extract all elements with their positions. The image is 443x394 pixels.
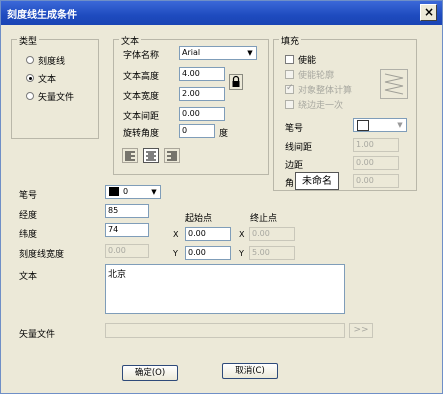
- rotation-unit: 度: [219, 129, 229, 139]
- tick-width-input[interactable]: 0.00: [105, 244, 149, 258]
- latitude-input[interactable]: 74: [105, 223, 149, 237]
- fill-once-label[interactable]: 绕边走一次: [298, 98, 343, 111]
- font-name-select[interactable]: Arial ▼: [179, 46, 257, 60]
- rotation-input[interactable]: 0: [179, 124, 215, 138]
- browse-button[interactable]: >>: [349, 323, 373, 338]
- latitude-label: 纬度: [19, 230, 38, 240]
- fill-group-title: 填充: [279, 34, 302, 47]
- angle-label: 角: [285, 179, 295, 189]
- align-center-icon: [146, 151, 156, 161]
- end-y-input[interactable]: 5.00: [249, 246, 295, 260]
- text-height-input[interactable]: 4.00: [179, 67, 225, 81]
- type-group-title: 类型: [17, 34, 40, 47]
- fill-pattern-icon[interactable]: [380, 69, 408, 99]
- ok-button[interactable]: 确定(O): [122, 365, 178, 381]
- angle-input[interactable]: 0.00: [353, 174, 399, 188]
- pen-select[interactable]: 0 ▼: [105, 185, 161, 199]
- title-bar[interactable]: 刻度线生成条件 ×: [1, 1, 442, 25]
- start-x-label: X: [173, 230, 179, 239]
- type-option-text-label[interactable]: 文本: [38, 72, 56, 85]
- align-right-icon: [167, 151, 177, 161]
- align-center-button[interactable]: [143, 148, 159, 163]
- text-label: 文本: [19, 272, 38, 282]
- fill-whole-calc-label[interactable]: 对象整体计算: [298, 83, 352, 96]
- text-width-label: 文本宽度: [123, 92, 160, 102]
- fill-pen-swatch: [357, 120, 369, 131]
- close-button[interactable]: ×: [420, 4, 437, 21]
- font-name-value: Arial: [182, 48, 201, 57]
- pen-label: 笔号: [19, 191, 38, 201]
- line-spacing-label: 线间距: [285, 143, 313, 153]
- chevron-down-icon[interactable]: ▼: [148, 186, 160, 198]
- text-spacing-input[interactable]: 0.00: [179, 107, 225, 121]
- vector-file-input[interactable]: [105, 323, 345, 338]
- chevron-down-icon[interactable]: ▼: [244, 47, 256, 59]
- end-x-label: X: [239, 230, 245, 239]
- type-option-tick-line-label[interactable]: 刻度线: [38, 54, 65, 67]
- align-right-button[interactable]: [164, 148, 180, 163]
- type-option-vector-file-label[interactable]: 矢量文件: [38, 90, 74, 103]
- align-left-button[interactable]: [122, 148, 138, 163]
- longitude-label: 经度: [19, 211, 38, 221]
- start-x-input[interactable]: 0.00: [185, 227, 231, 241]
- fill-pen-select[interactable]: ▼: [353, 118, 407, 132]
- text-group-title: 文本: [119, 34, 142, 47]
- margin-input[interactable]: 0.00: [353, 156, 399, 170]
- fill-whole-calc-checkbox[interactable]: [285, 83, 294, 94]
- fill-enable-checkbox[interactable]: [285, 55, 294, 64]
- text-area[interactable]: 北京: [105, 264, 345, 314]
- align-left-icon: [125, 151, 135, 161]
- start-y-label: Y: [173, 249, 178, 258]
- fill-pen-label: 笔号: [285, 124, 304, 134]
- end-y-label: Y: [239, 249, 244, 258]
- type-radio-text[interactable]: [26, 74, 34, 82]
- fill-enable-label[interactable]: 使能: [298, 53, 316, 66]
- lock-icon[interactable]: [229, 74, 243, 90]
- pen-value: 0: [123, 187, 129, 196]
- margin-label: 边距: [285, 161, 304, 171]
- start-y-input[interactable]: 0.00: [185, 246, 231, 260]
- dialog-title: 刻度线生成条件: [7, 10, 77, 21]
- type-radio-tick-line[interactable]: [26, 56, 34, 64]
- text-height-label: 文本高度: [123, 72, 160, 82]
- vector-file-label: 矢量文件: [19, 330, 56, 340]
- dialog-window: 刻度线生成条件 × 类型 刻度线 文本 矢量文件 文本 字体名称 Arial ▼…: [0, 0, 443, 394]
- fill-outline-label[interactable]: 使能轮廓: [298, 68, 334, 81]
- close-icon: ×: [424, 5, 435, 19]
- start-point-label: 起始点: [185, 214, 213, 224]
- text-spacing-label: 文本间距: [123, 112, 160, 122]
- fill-once-checkbox[interactable]: [285, 100, 294, 109]
- cancel-button[interactable]: 取消(C): [222, 363, 278, 379]
- pen-swatch: [109, 187, 119, 196]
- end-point-label: 终止点: [250, 214, 278, 224]
- tooltip: 未命名: [295, 172, 339, 190]
- line-spacing-input[interactable]: 1.00: [353, 138, 399, 152]
- font-name-label: 字体名称: [123, 51, 160, 61]
- longitude-input[interactable]: 85: [105, 204, 149, 218]
- text-area-value: 北京: [108, 270, 127, 280]
- tick-width-label: 刻度线宽度: [19, 250, 65, 260]
- fill-outline-checkbox[interactable]: [285, 70, 294, 79]
- rotation-label: 旋转角度: [123, 129, 160, 139]
- type-radio-vector-file[interactable]: [26, 92, 34, 100]
- text-width-input[interactable]: 2.00: [179, 87, 225, 101]
- chevron-down-icon[interactable]: ▼: [394, 119, 406, 131]
- end-x-input[interactable]: 0.00: [249, 227, 295, 241]
